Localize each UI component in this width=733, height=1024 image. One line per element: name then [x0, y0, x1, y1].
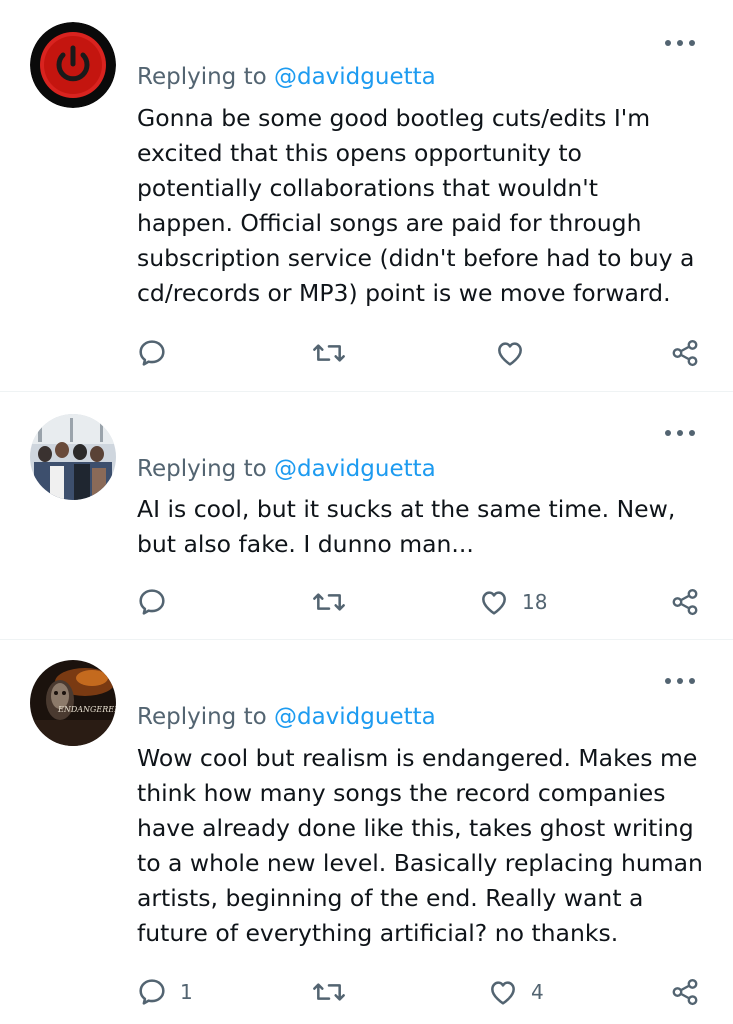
power-button-icon [30, 22, 116, 108]
share-icon [672, 588, 698, 616]
heart-icon [491, 981, 515, 1005]
retweet-button[interactable] [311, 582, 359, 622]
tweet-line: happen. Official songs are paid for thro… [137, 209, 642, 237]
reply-icon [139, 589, 165, 615]
share-icon [672, 978, 698, 1006]
reply-button[interactable] [136, 333, 180, 373]
tweet-line: think how many songs the record companie… [137, 779, 666, 807]
share-button[interactable] [670, 582, 700, 622]
mention-link[interactable]: @davidguetta [274, 704, 436, 730]
tweet-line: artists, beginning of the end. Really wa… [137, 884, 644, 912]
reply-count: 1 [180, 980, 193, 1004]
replying-to: Replying to @davidguetta [137, 704, 436, 730]
retweet-icon [313, 593, 345, 611]
like-count: 4 [531, 980, 544, 1004]
retweet-button[interactable] [311, 333, 359, 373]
tweet-line: future of everything artificial? no than… [137, 919, 619, 947]
tweet-text: Wow cool but realism is endangered. Make… [137, 741, 722, 951]
tweet-line: AI is cool, but it sucks at the same tim… [137, 495, 676, 523]
replying-prefix: Replying to [137, 456, 267, 482]
like-button[interactable]: 4 [487, 972, 544, 1012]
tweet-line: Wow cool but realism is endangered. Make… [137, 744, 698, 772]
tweet-line: Gonna be some good bootleg cuts/edits I'… [137, 104, 651, 132]
tweet-line: to a whole new level. Basically replacin… [137, 849, 703, 877]
avatar-text: ENDANGERED [57, 705, 116, 714]
reply-tweet[interactable]: Replying to @davidguetta Gonna be some g… [0, 0, 733, 392]
heart-icon [482, 591, 506, 615]
retweet-button[interactable] [311, 972, 359, 1012]
reply-icon [139, 340, 165, 366]
mention-link[interactable]: @davidguetta [274, 64, 436, 90]
heart-icon [498, 342, 522, 366]
more-options-icon[interactable] [665, 674, 695, 688]
album-art-avatar: ENDANGERED [30, 660, 116, 746]
group-photo-avatar [30, 414, 116, 500]
tweet-text: Gonna be some good bootleg cuts/edits I'… [137, 101, 722, 311]
reply-icon [139, 979, 165, 1005]
retweet-icon [313, 344, 345, 362]
replying-prefix: Replying to [137, 64, 267, 90]
reply-button[interactable] [136, 582, 180, 622]
tweet-line: have already done like this, takes ghost… [137, 814, 694, 842]
like-button[interactable]: 18 [478, 582, 547, 622]
avatar[interactable] [30, 22, 116, 108]
action-bar: 1 4 [0, 972, 733, 1012]
share-button[interactable] [670, 972, 700, 1012]
mention-link[interactable]: @davidguetta [274, 456, 436, 482]
replying-prefix: Replying to [137, 704, 267, 730]
share-icon [672, 339, 698, 367]
tweet-line: potentially collaborations that wouldn't [137, 174, 598, 202]
avatar[interactable] [30, 414, 116, 500]
tweet-line: cd/records or MP3) point is we move forw… [137, 279, 671, 307]
retweet-icon [313, 983, 345, 1001]
tweet-line: subscription service (didn't before had … [137, 244, 695, 272]
tweet-line: excited that this opens opportunity to [137, 139, 582, 167]
reply-tweet[interactable]: Replying to @davidguetta AI is cool, but… [0, 392, 733, 640]
tweet-line: but also fake. I dunno man... [137, 530, 474, 558]
more-options-icon[interactable] [665, 36, 695, 50]
replying-to: Replying to @davidguetta [137, 64, 436, 90]
replying-to: Replying to @davidguetta [137, 456, 436, 482]
share-button[interactable] [670, 333, 700, 373]
tweet-text: AI is cool, but it sucks at the same tim… [137, 492, 722, 562]
reply-tweet[interactable]: ENDANGERED Replying to @davidguetta Wow … [0, 640, 733, 1024]
like-count: 18 [522, 590, 548, 614]
like-button[interactable] [494, 333, 538, 373]
action-bar: 18 [0, 582, 733, 622]
action-bar [0, 333, 733, 373]
more-options-icon[interactable] [665, 426, 695, 440]
reply-button[interactable]: 1 [136, 972, 193, 1012]
avatar[interactable]: ENDANGERED [30, 660, 116, 746]
